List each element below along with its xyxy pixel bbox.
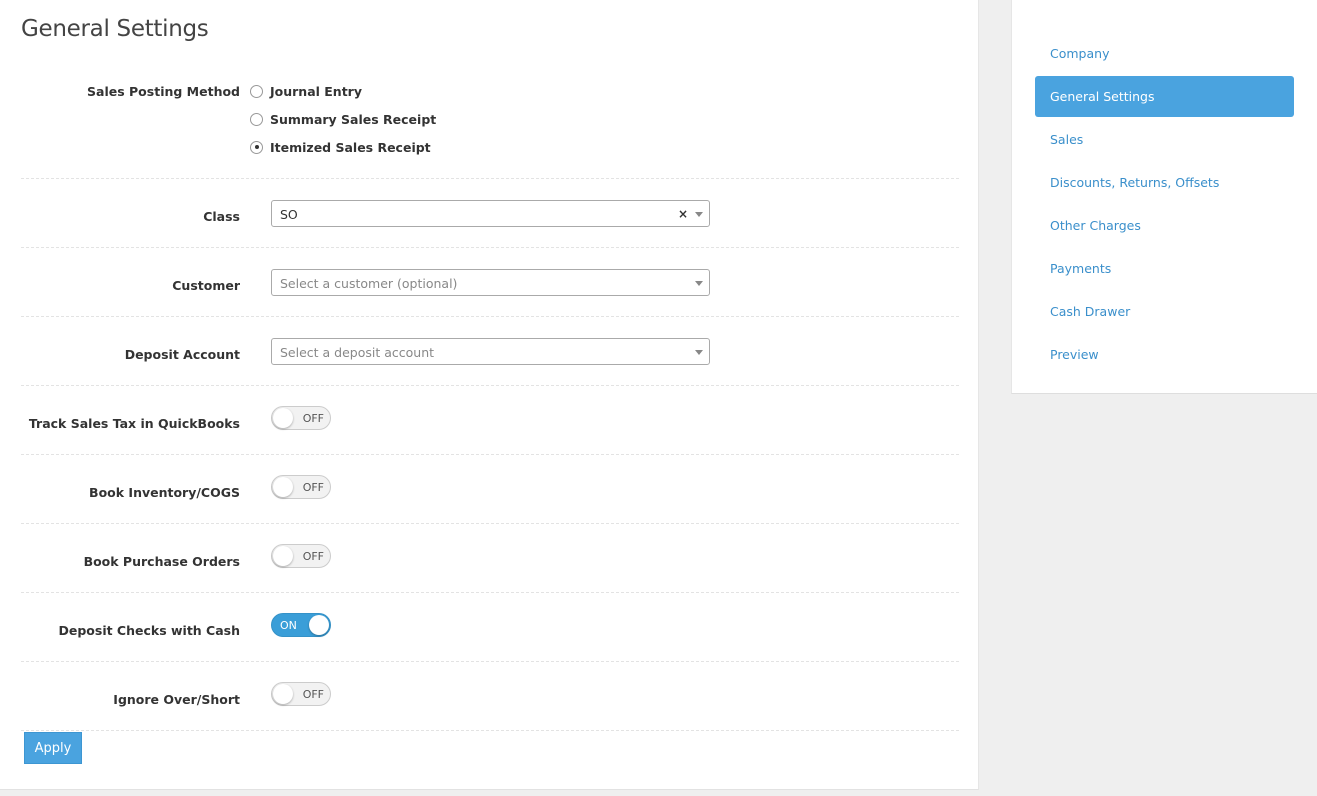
- book-inventory-cogs-toggle[interactable]: OFF: [271, 475, 331, 499]
- deposit-checks-with-cash-label: Deposit Checks with Cash: [58, 623, 240, 638]
- radio-label: Itemized Sales Receipt: [270, 139, 431, 155]
- divider: [21, 316, 959, 317]
- sidebar-item-discounts-returns-offsets[interactable]: Discounts, Returns, Offsets: [1035, 162, 1294, 203]
- deposit-checks-with-cash-toggle[interactable]: ON: [271, 613, 331, 637]
- radio-journal-entry[interactable]: Journal Entry: [250, 82, 362, 100]
- page-title: General Settings: [21, 16, 209, 42]
- customer-label: Customer: [172, 278, 240, 293]
- class-label: Class: [203, 209, 240, 224]
- book-purchase-orders-label: Book Purchase Orders: [83, 554, 240, 569]
- sidebar-item-general-settings[interactable]: General Settings: [1035, 76, 1294, 117]
- radio-button-selected[interactable]: [250, 140, 263, 154]
- divider: [21, 523, 959, 524]
- toggle-state-text: ON: [280, 619, 297, 632]
- toggle-state-text: OFF: [302, 550, 324, 563]
- ignore-over-short-label: Ignore Over/Short: [113, 692, 240, 707]
- divider: [21, 730, 959, 731]
- book-purchase-orders-toggle[interactable]: OFF: [271, 544, 331, 568]
- customer-select-placeholder: Select a customer (optional): [280, 276, 458, 291]
- toggle-state-text: OFF: [302, 412, 324, 425]
- settings-sidebar: Company General Settings Sales Discounts…: [1011, 0, 1317, 394]
- apply-button[interactable]: Apply: [24, 732, 82, 764]
- deposit-account-label: Deposit Account: [124, 347, 240, 362]
- radio-itemized-sales-receipt[interactable]: Itemized Sales Receipt: [250, 138, 431, 156]
- toggle-knob: [273, 477, 293, 497]
- sidebar-item-cash-drawer[interactable]: Cash Drawer: [1035, 291, 1294, 332]
- radio-button[interactable]: [250, 84, 263, 98]
- divider: [21, 592, 959, 593]
- divider: [21, 385, 959, 386]
- toggle-knob: [273, 684, 293, 704]
- book-inventory-cogs-label: Book Inventory/COGS: [89, 485, 240, 500]
- dropdown-arrow-icon: [695, 212, 703, 217]
- sales-posting-method-label: Sales Posting Method: [87, 84, 240, 99]
- divider: [21, 454, 959, 455]
- divider: [21, 247, 959, 248]
- radio-label: Summary Sales Receipt: [270, 111, 437, 127]
- deposit-account-select-placeholder: Select a deposit account: [280, 345, 435, 360]
- dropdown-arrow-icon: [695, 350, 703, 355]
- toggle-knob: [309, 615, 329, 635]
- radio-button[interactable]: [250, 112, 263, 126]
- sidebar-item-company[interactable]: Company: [1035, 33, 1294, 74]
- class-select-value: SO: [280, 207, 298, 222]
- class-select[interactable]: SO ×: [271, 200, 710, 227]
- sidebar-item-preview[interactable]: Preview: [1035, 334, 1294, 375]
- toggle-knob: [273, 546, 293, 566]
- clear-icon[interactable]: ×: [678, 207, 688, 221]
- general-settings-panel: General Settings Sales Posting Method Jo…: [0, 0, 979, 790]
- divider: [21, 661, 959, 662]
- toggle-knob: [273, 408, 293, 428]
- track-sales-tax-toggle[interactable]: OFF: [271, 406, 331, 430]
- deposit-account-select[interactable]: Select a deposit account: [271, 338, 710, 365]
- dropdown-arrow-icon: [695, 281, 703, 286]
- sidebar-item-other-charges[interactable]: Other Charges: [1035, 205, 1294, 246]
- divider: [21, 178, 959, 179]
- track-sales-tax-label: Track Sales Tax in QuickBooks: [28, 416, 240, 431]
- customer-select[interactable]: Select a customer (optional): [271, 269, 710, 296]
- ignore-over-short-toggle[interactable]: OFF: [271, 682, 331, 706]
- sidebar-item-payments[interactable]: Payments: [1035, 248, 1294, 289]
- sidebar-item-sales[interactable]: Sales: [1035, 119, 1294, 160]
- toggle-state-text: OFF: [302, 481, 324, 494]
- radio-summary-sales-receipt[interactable]: Summary Sales Receipt: [250, 110, 436, 128]
- toggle-state-text: OFF: [302, 688, 324, 701]
- radio-label: Journal Entry: [270, 83, 362, 99]
